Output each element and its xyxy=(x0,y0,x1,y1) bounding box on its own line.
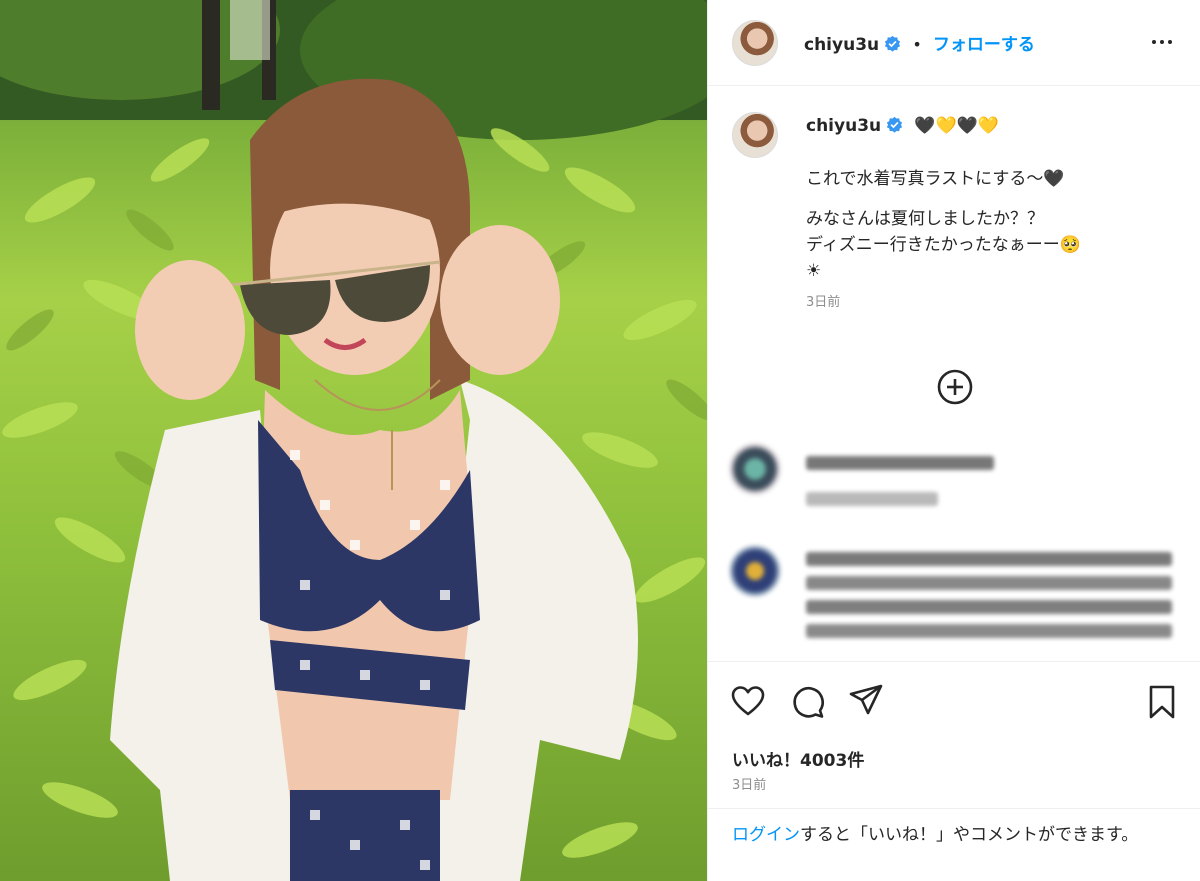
heart-icon[interactable] xyxy=(730,684,766,720)
comment-text-redacted xyxy=(806,624,1172,638)
caption-emojis: 🖤💛🖤💛 xyxy=(914,116,999,136)
bookmark-icon[interactable] xyxy=(1144,684,1180,720)
caption-line: ☀ xyxy=(806,261,822,281)
like-count[interactable]: いいね！4003件 xyxy=(732,746,864,771)
login-link[interactable]: ログイン xyxy=(732,825,800,845)
login-prompt-message: すると「いいね！」やコメントができます。 xyxy=(800,825,1139,845)
comment-icon[interactable] xyxy=(790,684,826,720)
login-prompt-text: ログインすると「いいね！」やコメントができます。 xyxy=(732,821,1182,849)
post-actions: いいね！4003件 3日前 ログインすると「いいね！」やコメントができます。 xyxy=(708,662,1200,881)
comments-section: chiyu3u 🖤💛🖤💛 これで水着写真ラストにする〜🖤 みなさんは夏何しました… xyxy=(708,86,1200,662)
post-photo[interactable] xyxy=(0,0,707,881)
comment-text-redacted xyxy=(806,552,1172,566)
plus-circle-icon[interactable] xyxy=(936,368,974,406)
comment-item xyxy=(730,444,1190,514)
comment-text-redacted xyxy=(806,600,1172,614)
more-options-icon[interactable] xyxy=(1149,30,1175,54)
caption-time: 3日前 xyxy=(806,295,841,310)
verified-badge-icon xyxy=(885,35,901,52)
comment-meta-redacted xyxy=(806,492,938,506)
follow-button[interactable]: フォローする xyxy=(933,35,1035,55)
comment-text-redacted xyxy=(806,576,1172,590)
username-link[interactable]: chiyu3u xyxy=(804,35,879,55)
post-header: chiyu3u • フォローする xyxy=(708,0,1200,86)
post-sidebar: chiyu3u • フォローする chiyu3u 🖤💛🖤💛 これで水着写真ラスト… xyxy=(707,0,1200,881)
avatar[interactable] xyxy=(732,20,778,66)
caption-avatar[interactable] xyxy=(732,112,778,158)
share-icon[interactable] xyxy=(848,682,884,718)
comment-avatar[interactable] xyxy=(730,444,780,494)
comment-text-redacted xyxy=(806,456,994,470)
caption-line: みなさんは夏何しましたか？？ xyxy=(806,209,1044,229)
post-date: 3日前 xyxy=(732,778,767,793)
comment-item xyxy=(730,546,1190,656)
comment-avatar[interactable] xyxy=(730,546,780,596)
post-photo-illustration xyxy=(0,0,707,881)
caption-text: これで水着写真ラストにする〜🖤 みなさんは夏何しましたか？？ ディズニー行きたか… xyxy=(806,166,1166,316)
caption-username[interactable]: chiyu3u xyxy=(806,116,881,136)
login-prompt: ログインすると「いいね！」やコメントができます。 xyxy=(708,808,1200,881)
header-user: chiyu3u • フォローする xyxy=(804,30,1035,55)
caption-line: これで水着写真ラストにする〜🖤 xyxy=(806,169,1065,189)
separator-dot: • xyxy=(912,35,922,54)
caption-header: chiyu3u 🖤💛🖤💛 xyxy=(806,116,999,136)
verified-badge-icon xyxy=(887,116,903,133)
caption-line: ディズニー行きたかったなぁーー🥺 xyxy=(806,235,1081,255)
